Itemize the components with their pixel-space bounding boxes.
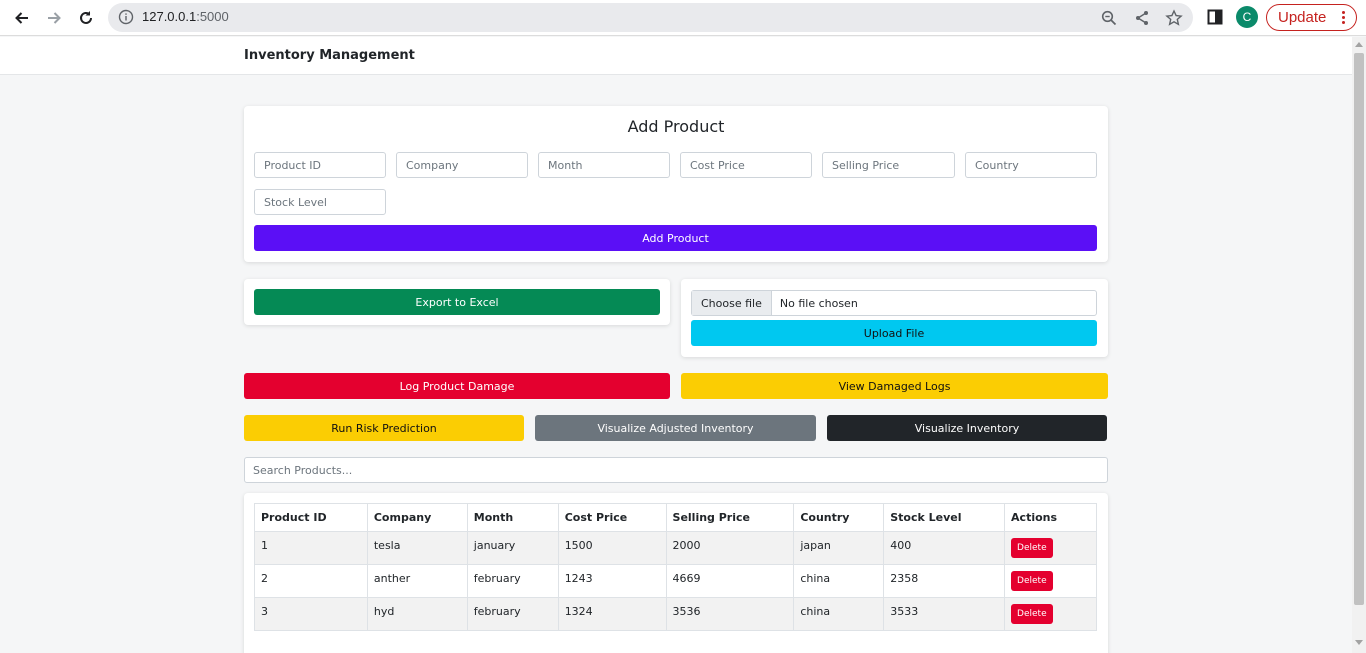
header-country: Country <box>793 503 885 532</box>
selling-price-input[interactable]: Selling Price <box>822 152 955 178</box>
header-product-id: Product ID <box>254 503 368 532</box>
delete-button[interactable]: Delete <box>1011 571 1053 591</box>
url-text: 127.0.0.1:5000 <box>142 9 229 24</box>
visualize-adjusted-button[interactable]: Visualize Adjusted Inventory <box>535 415 816 441</box>
stock-level-input[interactable]: Stock Level <box>254 189 386 215</box>
table-row: 2 anther february 1243 4669 china 2358 D… <box>254 564 1097 598</box>
bookmark-star-icon[interactable] <box>1165 9 1183 27</box>
cell-actions: Delete <box>1004 597 1097 631</box>
zoom-icon[interactable] <box>1100 9 1118 27</box>
view-damaged-logs-button[interactable]: View Damaged Logs <box>681 373 1108 399</box>
cell-cost-price: 1243 <box>557 564 667 598</box>
cell-selling-price: 4669 <box>665 564 795 598</box>
browser-toolbar: 127.0.0.1:5000 C Update <box>0 0 1366 36</box>
cell-month: february <box>466 597 559 631</box>
risk-prediction-button[interactable]: Run Risk Prediction <box>244 415 524 441</box>
address-bar[interactable]: 127.0.0.1:5000 <box>108 3 1193 32</box>
cell-country: china <box>793 564 885 598</box>
header-cost-price: Cost Price <box>557 503 667 532</box>
cell-month: february <box>466 564 559 598</box>
site-info-icon[interactable] <box>118 9 134 29</box>
inventory-table-card: Product ID Company Month Cost Price Sell… <box>244 493 1108 653</box>
add-product-title: Add Product <box>627 117 725 136</box>
cell-selling-price: 2000 <box>665 531 795 565</box>
navbar-brand[interactable]: Inventory Management <box>244 48 415 63</box>
cell-stock-level: 400 <box>883 531 1006 565</box>
cell-stock-level: 3533 <box>883 597 1006 631</box>
scroll-up-icon[interactable] <box>1355 42 1363 47</box>
reload-icon[interactable] <box>74 6 98 30</box>
header-company: Company <box>366 503 468 532</box>
profile-avatar[interactable]: C <box>1236 6 1258 28</box>
upload-card: Choose file No file chosen Upload File <box>681 279 1108 357</box>
cost-price-input[interactable]: Cost Price <box>680 152 812 178</box>
header-selling-price: Selling Price <box>665 503 795 532</box>
company-input[interactable]: Company <box>396 152 528 178</box>
cell-country: japan <box>793 531 885 565</box>
cell-product-id: 2 <box>254 564 368 598</box>
file-status: No file chosen <box>779 296 858 310</box>
delete-button[interactable]: Delete <box>1011 538 1053 558</box>
side-panel-icon[interactable] <box>1207 8 1223 30</box>
file-input[interactable]: Choose file No file chosen <box>691 290 1097 316</box>
month-input[interactable]: Month <box>538 152 670 178</box>
update-label: Update <box>1278 9 1327 26</box>
scroll-down-icon[interactable] <box>1355 640 1363 645</box>
header-stock-level: Stock Level <box>883 503 1006 532</box>
table-header-row: Product ID Company Month Cost Price Sell… <box>254 503 1097 532</box>
cell-product-id: 3 <box>254 597 368 631</box>
log-damage-button[interactable]: Log Product Damage <box>244 373 670 399</box>
table-row: 1 tesla january 1500 2000 japan 400 Dele… <box>254 531 1097 565</box>
search-input[interactable]: Search Products... <box>244 457 1108 483</box>
cell-month: january <box>466 531 559 565</box>
cell-company: anther <box>366 564 468 598</box>
table-row: 3 hyd february 1324 3536 china 3533 Dele… <box>254 597 1097 631</box>
visualize-inventory-button[interactable]: Visualize Inventory <box>827 415 1107 441</box>
cell-company: hyd <box>366 597 468 631</box>
inventory-table: Product ID Company Month Cost Price Sell… <box>254 503 1097 631</box>
country-input[interactable]: Country <box>965 152 1097 178</box>
cell-product-id: 1 <box>254 531 368 565</box>
cell-actions: Delete <box>1004 531 1097 565</box>
cell-actions: Delete <box>1004 564 1097 598</box>
share-icon[interactable] <box>1133 9 1151 27</box>
product-id-input[interactable]: Product ID <box>254 152 386 178</box>
header-actions: Actions <box>1004 503 1097 532</box>
cell-company: tesla <box>366 531 468 565</box>
cell-cost-price: 1500 <box>557 531 667 565</box>
delete-button[interactable]: Delete <box>1011 604 1053 624</box>
cell-stock-level: 2358 <box>883 564 1006 598</box>
export-card: Export to Excel <box>244 279 670 325</box>
cell-selling-price: 3536 <box>665 597 795 631</box>
browser-update-button[interactable]: Update <box>1266 4 1357 31</box>
forward-icon[interactable] <box>42 6 66 30</box>
cell-country: china <box>793 597 885 631</box>
app-navbar: Inventory Management <box>0 37 1352 75</box>
back-icon[interactable] <box>10 6 34 30</box>
url-port: :5000 <box>196 9 229 24</box>
add-product-button[interactable]: Add Product <box>254 225 1097 251</box>
scrollbar-thumb[interactable] <box>1354 53 1364 605</box>
add-product-card: Add Product Product ID Company Month Cos… <box>244 106 1108 262</box>
export-excel-button[interactable]: Export to Excel <box>254 289 660 315</box>
cell-cost-price: 1324 <box>557 597 667 631</box>
header-month: Month <box>466 503 559 532</box>
more-menu-icon[interactable] <box>1342 9 1346 26</box>
page-scrollbar[interactable] <box>1352 37 1366 653</box>
url-host: 127.0.0.1 <box>142 9 197 24</box>
choose-file-button[interactable]: Choose file <box>692 291 772 315</box>
upload-file-button[interactable]: Upload File <box>691 320 1097 346</box>
